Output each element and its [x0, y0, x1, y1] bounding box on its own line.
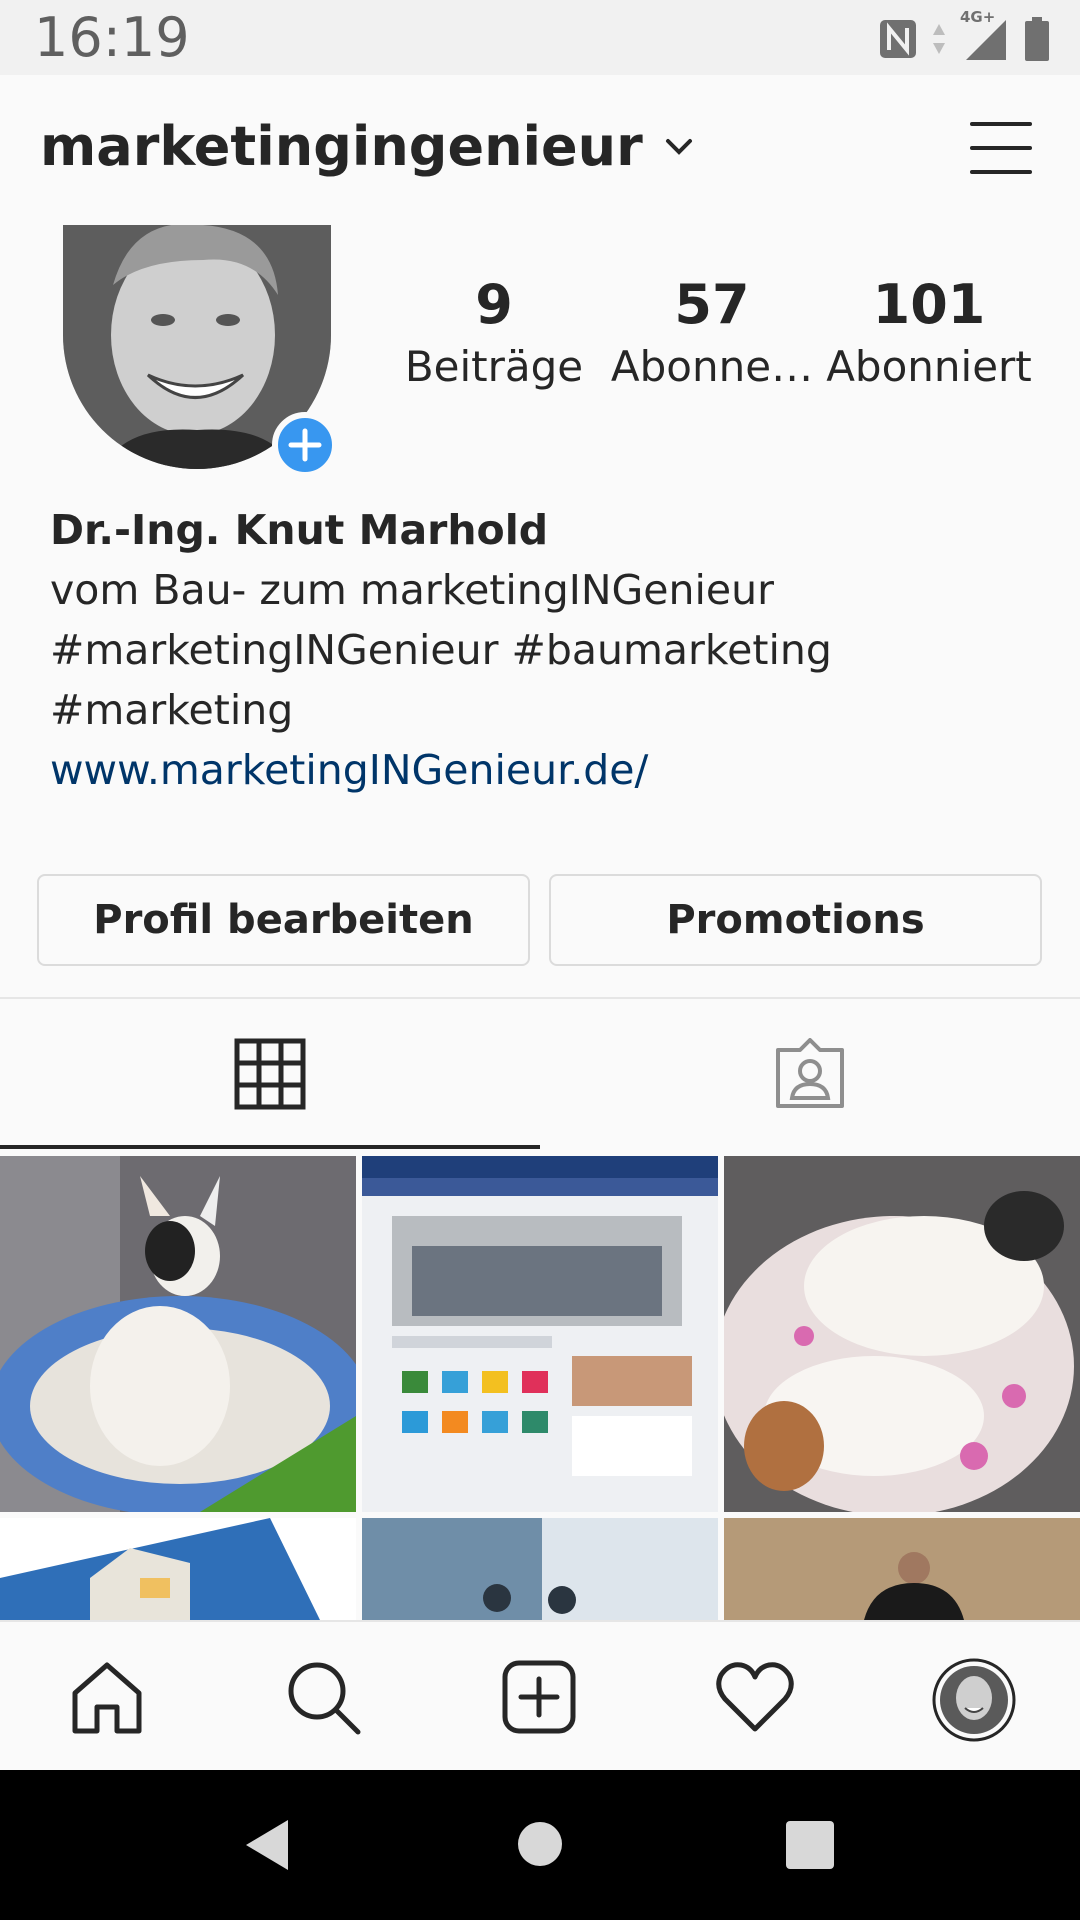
- bio-line-3[interactable]: #marketing: [50, 680, 1030, 740]
- battery-icon: [1025, 17, 1049, 61]
- account-switcher[interactable]: marketingingenieur: [40, 115, 693, 178]
- nav-add-post[interactable]: [494, 1652, 584, 1742]
- post-thumbnail-dog-bed[interactable]: [0, 1156, 356, 1512]
- profile-website-link[interactable]: www.marketingINGenieur.de/: [50, 740, 1030, 800]
- followers-count: 57: [674, 273, 750, 336]
- status-time: 16:19: [34, 6, 190, 69]
- system-navigation-bar: [0, 1770, 1080, 1920]
- nfc-icon: [880, 20, 916, 58]
- stat-following[interactable]: 101 Abonniert: [824, 270, 1034, 394]
- bio-line-2[interactable]: #marketingINGenieur #baumarketing: [50, 620, 1030, 680]
- home-icon: [72, 1662, 142, 1734]
- post-thumbnail-event[interactable]: [362, 1518, 718, 1620]
- nav-activity[interactable]: [710, 1652, 800, 1742]
- profile-avatar-icon: [932, 1658, 1016, 1742]
- profile-name: Dr.-Ing. Knut Marhold: [50, 506, 549, 554]
- nav-search[interactable]: [278, 1652, 368, 1742]
- followers-label: Abonne…: [610, 342, 814, 391]
- back-icon[interactable]: [242, 1818, 292, 1872]
- username: marketingingenieur: [40, 115, 643, 178]
- chevron-down-icon: [665, 138, 692, 155]
- following-count: 101: [872, 273, 986, 336]
- post-thumbnail-sleeping-dogs[interactable]: [724, 1156, 1080, 1512]
- posts-count: 9: [475, 273, 513, 336]
- post-thumbnail-speaker[interactable]: [724, 1518, 1080, 1620]
- post-thumbnail-brochure[interactable]: [0, 1518, 356, 1620]
- tab-grid[interactable]: [0, 999, 540, 1149]
- home-circle-icon[interactable]: [517, 1821, 563, 1867]
- plus-circle-icon: [288, 428, 322, 462]
- bottom-navigation: [0, 1620, 1080, 1772]
- tab-tagged[interactable]: [540, 999, 1080, 1149]
- add-story-button[interactable]: [272, 412, 338, 478]
- signal-icon: 4G+: [960, 8, 1010, 64]
- data-arrows-icon: [933, 24, 945, 54]
- profile-bio: Dr.-Ing. Knut Marhold vom Bau- zum marke…: [50, 500, 1030, 800]
- search-icon: [288, 1662, 361, 1735]
- profile-header: marketingingenieur: [0, 75, 1080, 225]
- status-icons: 4G+: [878, 8, 1050, 64]
- bio-line-1: vom Bau- zum marketingINGenieur: [50, 566, 774, 614]
- post-thumbnail-website-screenshot[interactable]: [362, 1156, 718, 1512]
- edit-profile-button[interactable]: Profil bearbeiten: [37, 874, 530, 966]
- add-post-icon: [502, 1660, 576, 1734]
- status-bar: 16:19 4G+: [0, 0, 1080, 75]
- posts-label: Beiträge: [404, 342, 584, 391]
- tagged-person-icon: [776, 1038, 844, 1108]
- active-tab-indicator: [0, 1145, 540, 1149]
- promotions-button[interactable]: Promotions: [549, 874, 1042, 966]
- recents-icon[interactable]: [786, 1821, 834, 1869]
- stat-posts[interactable]: 9 Beiträge: [389, 270, 599, 394]
- nav-profile[interactable]: [926, 1652, 1022, 1748]
- hamburger-menu-icon[interactable]: [970, 120, 1032, 176]
- nav-home[interactable]: [62, 1652, 152, 1742]
- grid-icon: [234, 1038, 306, 1110]
- heart-icon: [716, 1662, 794, 1732]
- following-label: Abonniert: [826, 342, 1032, 391]
- stat-followers[interactable]: 57 Abonne…: [607, 270, 817, 394]
